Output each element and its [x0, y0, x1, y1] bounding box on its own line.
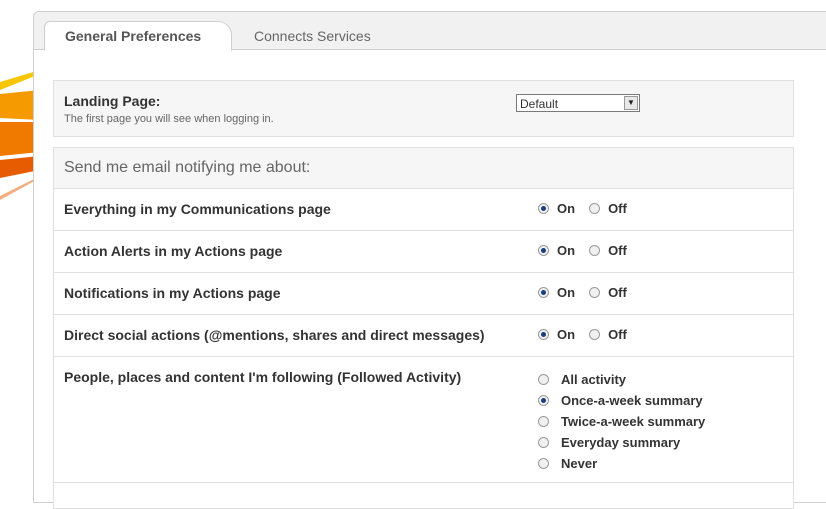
- tab-general-preferences[interactable]: General Preferences: [44, 21, 233, 51]
- landing-page-selected-value: Default: [520, 97, 559, 111]
- landing-page-label: Landing Page:: [64, 93, 161, 109]
- notification-row: Action Alerts in my Actions page On Off: [54, 231, 793, 273]
- radio-on-label: On: [557, 327, 576, 342]
- notification-row-label: Notifications in my Actions page: [64, 285, 281, 301]
- radio-on-label: On: [557, 243, 576, 258]
- radio-never[interactable]: [538, 458, 549, 469]
- followed-option-label: Never: [561, 456, 598, 471]
- radio-on-label: On: [557, 201, 576, 216]
- email-section-heading: Send me email notifying me about:: [54, 148, 793, 189]
- notification-row-label: Direct social actions (@mentions, shares…: [64, 327, 485, 343]
- email-notifications-section: Send me email notifying me about: Everyt…: [53, 147, 794, 509]
- radio-on[interactable]: [538, 287, 549, 298]
- radio-off-label: Off: [608, 243, 627, 258]
- tab-connects-services[interactable]: Connects Services: [234, 22, 401, 50]
- radio-everyday[interactable]: [538, 437, 549, 448]
- followed-option[interactable]: Never: [538, 453, 719, 474]
- dropdown-arrow-icon[interactable]: ▼: [624, 96, 638, 110]
- radio-off-label: Off: [608, 201, 627, 216]
- followed-option-label: Once-a-week summary: [561, 393, 703, 408]
- radio-off-label: Off: [608, 327, 627, 342]
- radio-on[interactable]: [538, 329, 549, 340]
- radio-on-label: On: [557, 285, 576, 300]
- radio-off[interactable]: [589, 287, 601, 298]
- radio-off[interactable]: [589, 245, 601, 256]
- tab-bar: General Preferences Connects Services: [34, 12, 826, 51]
- radio-on[interactable]: [538, 203, 549, 214]
- followed-activity-options: All activity Once-a-week summary Twice-a…: [538, 369, 719, 474]
- followed-option[interactable]: Once-a-week summary: [538, 390, 719, 411]
- radio-off[interactable]: [589, 329, 601, 340]
- landing-page-description: The first page you will see when logging…: [64, 113, 274, 125]
- notification-row-label: Everything in my Communications page: [64, 201, 331, 217]
- followed-option[interactable]: Everyday summary: [538, 432, 719, 453]
- followed-option-label: Twice-a-week summary: [561, 414, 706, 429]
- followed-activity-label: People, places and content I'm following…: [64, 369, 462, 385]
- radio-on[interactable]: [538, 245, 549, 256]
- followed-option[interactable]: All activity: [538, 369, 719, 390]
- landing-page-section: Landing Page: The first page you will se…: [53, 80, 794, 137]
- landing-page-select[interactable]: Default ▼: [516, 94, 640, 112]
- preferences-panel: General Preferences Connects Services La…: [33, 11, 826, 509]
- followed-option-label: All activity: [561, 372, 627, 387]
- radio-once-a-week[interactable]: [538, 395, 549, 406]
- notification-row: Everything in my Communications page On …: [54, 189, 793, 231]
- radio-twice-a-week[interactable]: [538, 416, 549, 427]
- notification-row: Direct social actions (@mentions, shares…: [54, 315, 793, 357]
- followed-activity-row: People, places and content I'm following…: [54, 357, 793, 483]
- notification-row-label: Action Alerts in my Actions page: [64, 243, 283, 259]
- radio-off[interactable]: [589, 203, 601, 214]
- followed-option[interactable]: Twice-a-week summary: [538, 411, 719, 432]
- followed-option-label: Everyday summary: [561, 435, 681, 450]
- radio-all-activity[interactable]: [538, 374, 549, 385]
- radio-off-label: Off: [608, 285, 627, 300]
- notification-row: Notifications in my Actions page On Off: [54, 273, 793, 315]
